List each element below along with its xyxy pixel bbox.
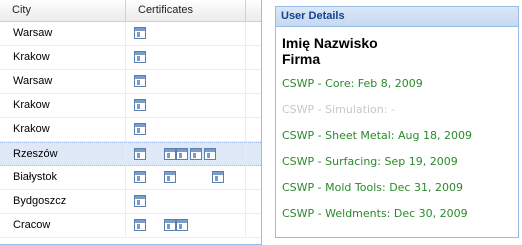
city-cell: Rzeszów (0, 143, 126, 165)
spare-cell (246, 70, 261, 93)
column-header-city[interactable]: City (0, 0, 126, 21)
certificate-line: CSWP - Simulation: - (282, 103, 395, 116)
certificate-icon[interactable] (164, 148, 176, 160)
city-cell: Krakow (0, 94, 126, 117)
certificates-cell (126, 118, 246, 141)
certificate-list: CSWP - Core: Feb 8, 2009 CSWP - Simulatio… (282, 74, 518, 230)
city-cell: Warsaw (0, 22, 126, 45)
city-cell: Bydgoszcz (0, 190, 126, 213)
column-header-spare (246, 0, 261, 21)
panel-title: User Details (276, 7, 518, 27)
certificates-cell (126, 22, 246, 45)
spare-cell (246, 166, 261, 189)
table-row[interactable]: Rzeszów (0, 142, 261, 166)
certificate-icon[interactable] (164, 219, 176, 231)
spare-cell (246, 143, 261, 165)
spare-cell (246, 190, 261, 213)
panel-body: Imię Nazwisko Firma CSWP - Core: Feb 8, … (276, 27, 518, 230)
certificate-icon[interactable] (134, 99, 146, 111)
user-name: Imię Nazwisko (282, 35, 378, 51)
table-row[interactable]: Warsaw (0, 22, 261, 46)
user-company: Firma (282, 51, 321, 67)
certificate-icon[interactable] (134, 219, 146, 231)
certificate-line: CSWP - Surfacing: Sep 19, 2009 (282, 155, 458, 168)
certificate-icon[interactable] (190, 148, 202, 160)
table-row[interactable]: Bydgoszcz (0, 190, 261, 214)
certificates-cell (126, 46, 246, 69)
certificate-icon[interactable] (212, 171, 224, 183)
certificate-line: CSWP - Sheet Metal: Aug 18, 2009 (282, 129, 472, 142)
certificate-icon[interactable] (134, 27, 146, 39)
user-details-panel: User Details Imię Nazwisko Firma CSWP - … (275, 6, 519, 238)
certificate-line: CSWP - Mold Tools: Dec 31, 2009 (282, 181, 463, 194)
certificate-line: CSWP - Core: Feb 8, 2009 (282, 77, 423, 90)
users-grid: City Certificates Warsaw Krakow Warsaw Krak… (0, 0, 262, 245)
certificate-icon[interactable] (204, 148, 216, 160)
spare-cell (246, 214, 261, 237)
grid-header: City Certificates (0, 0, 261, 22)
city-cell: Warsaw (0, 70, 126, 93)
spare-cell (246, 46, 261, 69)
certificate-icon[interactable] (134, 123, 146, 135)
certificate-icon[interactable] (176, 219, 188, 231)
city-cell: Krakow (0, 46, 126, 69)
spare-cell (246, 94, 261, 117)
table-row[interactable]: Krakow (0, 94, 261, 118)
table-row[interactable]: Warsaw (0, 70, 261, 94)
certificate-icon[interactable] (134, 195, 146, 207)
certificates-cell (126, 143, 246, 165)
certificates-cell (126, 214, 246, 237)
certificate-icon[interactable] (134, 75, 146, 87)
city-cell: Krakow (0, 118, 126, 141)
certificate-icon[interactable] (134, 51, 146, 63)
table-row[interactable]: Krakow (0, 46, 261, 70)
table-row[interactable]: Białystok (0, 166, 261, 190)
spare-cell (246, 22, 261, 45)
certificate-icon[interactable] (134, 171, 146, 183)
table-row[interactable]: Krakow (0, 118, 261, 142)
certificate-icon[interactable] (176, 148, 188, 160)
certificate-line: CSWP - Weldments: Dec 30, 2009 (282, 207, 468, 220)
certificates-cell (126, 190, 246, 213)
column-header-certificates[interactable]: Certificates (126, 0, 246, 21)
spare-cell (246, 118, 261, 141)
city-cell: Białystok (0, 166, 126, 189)
certificate-icon[interactable] (164, 171, 176, 183)
table-row[interactable]: Cracow (0, 214, 261, 238)
certificates-cell (126, 94, 246, 117)
grid-body: Warsaw Krakow Warsaw Krakow Krakow Rzeszów Bia… (0, 22, 261, 238)
city-cell: Cracow (0, 214, 126, 237)
certificates-cell (126, 70, 246, 93)
certificates-cell (126, 166, 246, 189)
certificate-icon[interactable] (134, 148, 146, 160)
